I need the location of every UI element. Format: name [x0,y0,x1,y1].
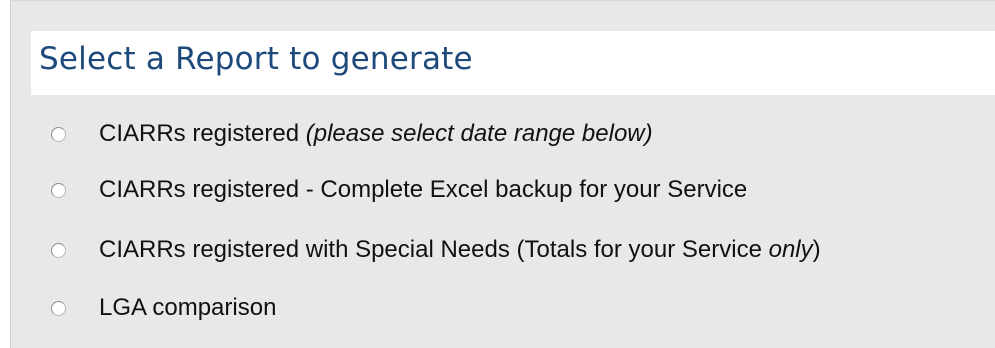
option-excel-backup[interactable]: CIARRs registered - Complete Excel backu… [51,170,747,210]
option-lga-comparison[interactable]: LGA comparison [51,288,276,328]
panel-header: Select a Report to generate [31,31,995,95]
option-label-note: (please select date range below) [305,120,653,147]
option-label: LGA comparison [99,294,277,321]
report-panel: Select a Report to generate CIARRs regis… [10,0,995,348]
radio-special-needs[interactable] [51,242,66,258]
option-special-needs[interactable]: CIARRs registered with Special Needs (To… [51,230,821,270]
option-label: CIARRs registered with Special Needs (To… [99,236,821,264]
option-label-before: CIARRs registered with Special Needs (To… [99,236,769,263]
option-ciarrs-registered[interactable]: CIARRs registered (please select date ra… [51,114,653,154]
option-label: CIARRs registered (please select date ra… [99,120,653,148]
option-label-main: CIARRs registered [99,120,300,147]
radio-ciarrs-registered[interactable] [51,126,66,142]
radio-excel-backup[interactable] [51,182,66,198]
panel-title: Select a Report to generate [39,41,473,77]
option-label-emphasis: only [768,236,813,263]
option-label-after: ) [812,236,821,263]
option-label: CIARRs registered - Complete Excel backu… [99,176,748,203]
radio-lga-comparison[interactable] [51,300,66,316]
